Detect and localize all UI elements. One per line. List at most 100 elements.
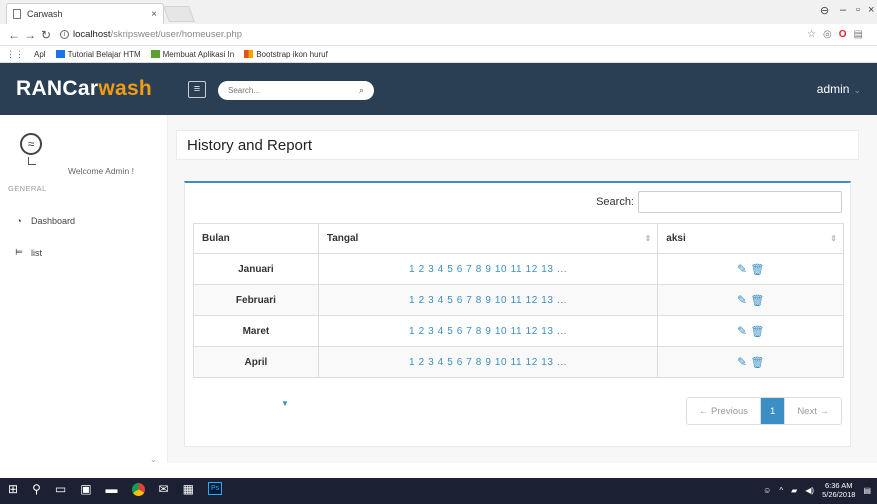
cell-tanggal-link[interactable]: 1 2 3 4 5 6 7 8 9 10 11 12 13 ... (317, 253, 659, 285)
notifications-icon[interactable]: ▤ (863, 486, 871, 495)
cell-bulan: Januari (193, 253, 319, 285)
brand-logo[interactable]: RANCarwash (16, 77, 152, 101)
windows-start-icon[interactable]: ⊞ (8, 482, 18, 496)
clock[interactable]: 6:36 AM 5/26/2018 (822, 481, 855, 499)
pagination-previous[interactable]: ← Previous (687, 398, 762, 424)
table-search-input[interactable] (638, 191, 842, 213)
menu-icon[interactable]: ▤ (854, 29, 863, 40)
windows-taskbar: ⊞ ⚲ ▭ ▣ ▬ ✉ ▦ Ps ☺ ^ ▰ ◀) 6:36 AM 5/26/2… (0, 478, 877, 504)
bookmark-item[interactable]: Apl (34, 50, 46, 59)
store-icon[interactable]: ▣ (80, 482, 91, 496)
sidebar-item-label: list (31, 247, 42, 258)
mail-icon[interactable]: ✉ (159, 482, 169, 496)
network-icon[interactable]: ▰ (791, 486, 797, 495)
bookmark-item[interactable]: Bootstrap ikon huruf (244, 50, 328, 59)
table-row: April 1 2 3 4 5 6 7 8 9 10 11 12 13 ... … (193, 346, 844, 378)
tab-close-icon[interactable]: × (151, 9, 157, 20)
cell-bulan: Maret (193, 315, 319, 347)
sidebar-chevron-icon[interactable]: ⌄ (150, 455, 157, 464)
sort-triangle-icon: ▼ (281, 399, 289, 408)
sort-icon: ⇕ (830, 234, 837, 243)
brand-main: RANCar (16, 77, 99, 100)
bookmark-label: Tutorial Belajar HTM (67, 49, 141, 59)
column-header-aksi[interactable]: aksi ⇕ (657, 223, 844, 254)
bookmark-favicon (244, 50, 254, 58)
section-label: GENERAL (8, 184, 47, 193)
forward-icon[interactable]: → (22, 28, 38, 42)
calendar-icon[interactable]: ▦ (183, 482, 194, 496)
explorer-icon[interactable]: ▬ (106, 482, 118, 496)
new-tab-button[interactable] (163, 6, 195, 22)
cell-tanggal-link[interactable]: 1 2 3 4 5 6 7 8 9 10 11 12 13 ... (317, 315, 659, 347)
bookmark-label: Bootstrap ikon huruf (256, 49, 328, 59)
back-icon[interactable]: ← (6, 28, 22, 42)
info-icon[interactable]: i (60, 30, 69, 39)
bookmark-favicon (55, 50, 65, 58)
avatar-stem (28, 157, 36, 165)
browser-tab-bar: Carwash × ⊖ – ▫ × (0, 0, 877, 24)
cell-bulan: Februari (193, 284, 319, 316)
sidebar-item-dashboard[interactable]: ◔ Dashboard (14, 216, 75, 226)
opera-icon[interactable]: O (839, 29, 847, 40)
header-search-input[interactable] (228, 86, 359, 95)
table-row: Januari 1 2 3 4 5 6 7 8 9 10 11 12 13 ..… (193, 253, 844, 285)
people-icon[interactable]: ☺ (763, 486, 771, 495)
column-header-tangal[interactable]: Tangal ⇕ (317, 223, 659, 254)
extension-icon[interactable]: ◎ (823, 29, 832, 40)
profile-icon[interactable]: ⊖ (820, 4, 829, 17)
url-field[interactable]: i localhost /skripsweet/user/homeuser.ph… (60, 29, 242, 40)
bookmark-item[interactable]: Membuat Aplikasi In (150, 49, 235, 59)
column-header-bulan[interactable]: Bulan (193, 223, 319, 254)
table-row: Februari 1 2 3 4 5 6 7 8 9 10 11 12 13 .… (193, 284, 844, 316)
bookmark-star-icon[interactable]: ☆ (807, 29, 816, 40)
hamburger-icon: ≡ (193, 83, 201, 95)
bookmark-item[interactable]: Tutorial Belajar HTM (55, 49, 141, 59)
brand-accent: wash (98, 77, 153, 100)
table-row: Maret 1 2 3 4 5 6 7 8 9 10 11 12 13 ... … (193, 315, 844, 347)
clock-time: 6:36 AM (824, 481, 853, 490)
trash-icon[interactable]: 🗑 (750, 295, 764, 307)
cell-aksi: ✎ 🗑 (657, 346, 844, 378)
search-icon[interactable]: ⌕ (359, 85, 364, 96)
address-bar-actions: ☆ ◎ O ▤ (807, 29, 863, 40)
cell-tanggal-link[interactable]: 1 2 3 4 5 6 7 8 9 10 11 12 13 ... (317, 346, 659, 378)
search-icon[interactable]: ⚲ (32, 482, 41, 496)
photoshop-icon[interactable]: Ps (207, 482, 223, 495)
header-search: ⌕ (218, 81, 374, 100)
chevron-down-icon: ⌄ (853, 85, 861, 95)
sort-icon: ⇕ (644, 234, 652, 243)
browser-tab[interactable]: Carwash × (6, 3, 164, 24)
tray-chevron-icon[interactable]: ^ (779, 486, 783, 495)
column-header-label: aksi (666, 233, 686, 244)
menu-toggle-button[interactable]: ≡ (188, 81, 206, 98)
table-search-label: Search: (596, 196, 634, 208)
pagination-page[interactable]: 1 (761, 398, 786, 424)
chrome-icon[interactable] (131, 483, 145, 496)
user-menu[interactable]: admin ⌄ (817, 82, 861, 96)
pagination-next[interactable]: Next → (785, 398, 841, 424)
edit-icon[interactable]: ✎ (737, 262, 747, 276)
restore-icon[interactable]: ▫ (856, 4, 860, 16)
edit-icon[interactable]: ✎ (737, 355, 747, 369)
sidebar-item-list[interactable]: ⊨ list (14, 247, 42, 258)
volume-icon[interactable]: ◀) (805, 486, 814, 495)
trash-icon[interactable]: 🗑 (750, 264, 764, 276)
url-host: localhost (73, 29, 111, 40)
reload-icon[interactable]: ↻ (38, 28, 54, 42)
clock-date: 5/26/2018 (822, 490, 856, 499)
edit-icon[interactable]: ✎ (737, 293, 747, 307)
main-content: History and Report Search: Bulan Tangal ⇕… (168, 115, 877, 463)
cell-aksi: ✎ 🗑 (657, 315, 844, 347)
cell-aksi: ✎ 🗑 (657, 253, 844, 285)
trash-icon[interactable]: 🗑 (750, 357, 764, 369)
close-window-icon[interactable]: × (868, 4, 874, 16)
edit-icon[interactable]: ✎ (737, 324, 747, 338)
task-view-icon[interactable]: ▭ (55, 482, 66, 496)
dashboard-icon: ◔ (16, 216, 22, 226)
trash-icon[interactable]: 🗑 (750, 326, 764, 338)
bookmark-label: Membuat Aplikasi In (162, 49, 235, 59)
page-icon (13, 9, 21, 19)
apps-grid-icon[interactable]: ⋮⋮ (6, 49, 24, 60)
minimize-icon[interactable]: – (840, 4, 846, 16)
cell-tanggal-link[interactable]: 1 2 3 4 5 6 7 8 9 10 11 12 13 ... (317, 284, 659, 316)
